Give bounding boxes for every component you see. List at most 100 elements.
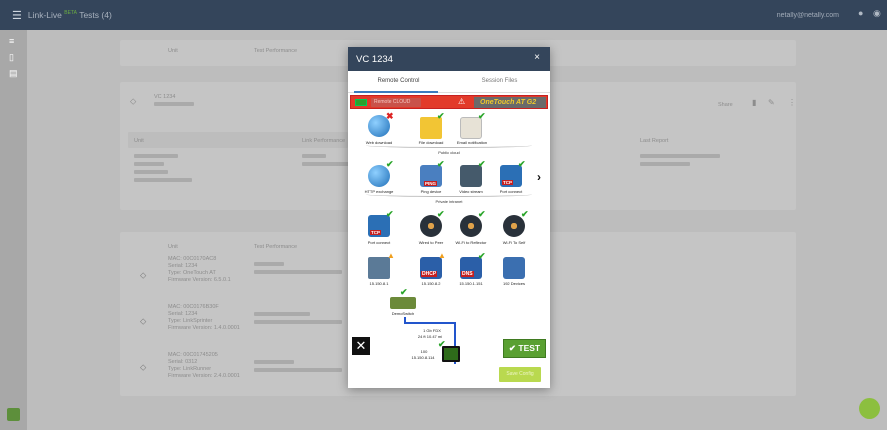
public-cloud-label: Public cloud — [438, 150, 460, 155]
document-icon[interactable]: ▤ — [9, 68, 18, 79]
row-firmware: Firmware Version: 2.4.0.0001 — [168, 373, 240, 379]
row-serial: Serial: 0312 — [168, 359, 198, 365]
device-icon — [442, 346, 460, 362]
switch-icon[interactable] — [390, 297, 416, 309]
ping-badge: PING — [424, 181, 438, 186]
link-port: 24 ft 10.47 mi — [417, 334, 443, 339]
row-perf — [254, 320, 342, 324]
link-poe: 100 — [420, 349, 428, 354]
row-firmware: Firmware Version: 1.4.0.0001 — [168, 325, 240, 331]
test-button[interactable]: ✔ TEST — [503, 339, 546, 358]
dhcp-tile[interactable]: DHCP — [420, 257, 442, 279]
brand-badge: BETA — [64, 10, 77, 16]
device-status-bar: Remote CLOUD ⚠ OneTouch AT G2 — [350, 95, 548, 109]
detail-line — [134, 178, 192, 182]
warning-icon: ▲ — [387, 251, 395, 260]
dns-label: 15.150.1.151 — [459, 281, 483, 286]
warning-icon: ▲ — [438, 251, 446, 260]
delete-icon[interactable]: ▮ — [752, 99, 756, 107]
row-type: Type: OneTouch AT — [168, 270, 216, 276]
tab-remote-control[interactable]: Remote Control — [348, 71, 449, 92]
detail-line — [640, 162, 690, 166]
row-mac: MAC: 00C0176B30F — [168, 304, 219, 310]
tools-icon[interactable]: ✕ — [352, 337, 370, 355]
share-button[interactable]: Share — [718, 102, 733, 108]
sidebar: ≡ ▯ ▤ — [0, 30, 27, 430]
tcp-badge: TCP — [502, 180, 513, 185]
pass-icon: ✔ — [437, 209, 445, 219]
section-report-label: Last Report — [640, 138, 669, 144]
detail-line — [134, 170, 168, 174]
bell-icon[interactable]: ● — [858, 8, 863, 18]
save-config-button[interactable]: Save Config — [499, 367, 541, 382]
row-perf — [254, 368, 342, 372]
section-link-label: Link Performance — [302, 138, 346, 144]
menu-icon[interactable]: ≡ — [9, 36, 14, 46]
brand-suffix: Tests (4) — [79, 10, 112, 20]
warning-icon: ⚠ — [458, 97, 466, 106]
hamburger-icon[interactable]: ☰ — [12, 9, 22, 22]
link-line — [404, 322, 456, 324]
row-mac: MAC: 00C0170AC8 — [168, 256, 217, 262]
public-cloud-bracket — [366, 143, 532, 148]
close-icon[interactable]: × — [534, 52, 540, 63]
battery-icon — [355, 99, 367, 106]
tcp-badge: TCP — [370, 230, 381, 235]
row-serial: Serial: 1234 — [168, 263, 198, 269]
info-icon[interactable]: ◉ — [873, 8, 881, 19]
pass-icon: ✔ — [521, 209, 529, 219]
router-tile[interactable] — [368, 257, 390, 279]
port-connect-label: Port connect — [367, 240, 391, 245]
dhcp-badge: DHCP — [421, 271, 438, 277]
edit-icon[interactable]: ✎ — [768, 99, 775, 107]
fail-icon: ✖ — [386, 111, 394, 121]
row-mac: MAC: 00C01745205 — [168, 352, 218, 358]
modal-tabs: Remote Control Session Files — [348, 71, 550, 93]
devices-tile[interactable] — [503, 257, 525, 279]
row-serial: Serial: 1234 — [168, 311, 198, 317]
tag-icon: ⬦ — [140, 362, 147, 372]
pass-icon: ✔ — [518, 159, 526, 169]
row-perf — [254, 360, 294, 364]
row-perf — [254, 262, 284, 266]
modal-title: VC 1234 — [356, 54, 393, 65]
wifi-to-reflector-label: Wi-Fi to Reflector — [455, 240, 487, 245]
devices-label: 192 Devices — [502, 281, 525, 286]
app-brand[interactable]: Link-Live BETA Tests (4) — [28, 10, 112, 20]
detail-line — [640, 154, 720, 158]
switch-label: DemoSwitch — [391, 311, 415, 316]
device-card-title: VC 1234 — [154, 94, 176, 100]
detail-line — [134, 154, 178, 158]
row-perf — [254, 270, 342, 274]
top-card-col2: Test Performance — [254, 48, 298, 54]
settings-icon[interactable] — [7, 408, 20, 421]
status-pill: Remote CLOUD — [371, 98, 421, 107]
brand-name: Link-Live — [27, 10, 62, 20]
router-label: 15.150.8.1 — [369, 281, 389, 286]
test-button-label: TEST — [518, 343, 541, 353]
active-tab-indicator — [354, 91, 438, 93]
pass-icon: ✔ — [400, 287, 408, 297]
fab-button[interactable] — [859, 398, 880, 419]
pass-icon: ✔ — [478, 251, 486, 261]
pass-icon: ✔ — [386, 159, 394, 169]
tab-session-files[interactable]: Session Files — [449, 71, 550, 92]
private-intranet-label: Private intranet — [435, 199, 463, 204]
top-card-col1: Unit — [168, 48, 178, 54]
tag-icon: ⬦ — [140, 270, 147, 280]
more-icon[interactable]: ⋮ — [788, 99, 796, 107]
pass-icon: ✔ — [437, 111, 445, 121]
row-perf — [254, 312, 310, 316]
chevron-right-icon[interactable]: › — [537, 170, 541, 184]
row-firmware: Firmware Version: 6.5.0.1 — [168, 277, 231, 283]
pass-icon: ✔ — [478, 111, 486, 121]
row-type: Type: LinkRunner — [168, 366, 212, 372]
pass-icon: ✔ — [478, 209, 486, 219]
detail-line — [134, 162, 164, 166]
user-menu[interactable]: netally@netally.com — [777, 12, 839, 19]
list-col1: Unit — [168, 244, 178, 250]
phone-icon[interactable]: ▯ — [9, 52, 14, 63]
detail-line — [302, 154, 326, 158]
dns-badge: DNS — [461, 271, 474, 277]
top-bar: ☰ Link-Live BETA Tests (4) netally@netal… — [0, 0, 887, 30]
